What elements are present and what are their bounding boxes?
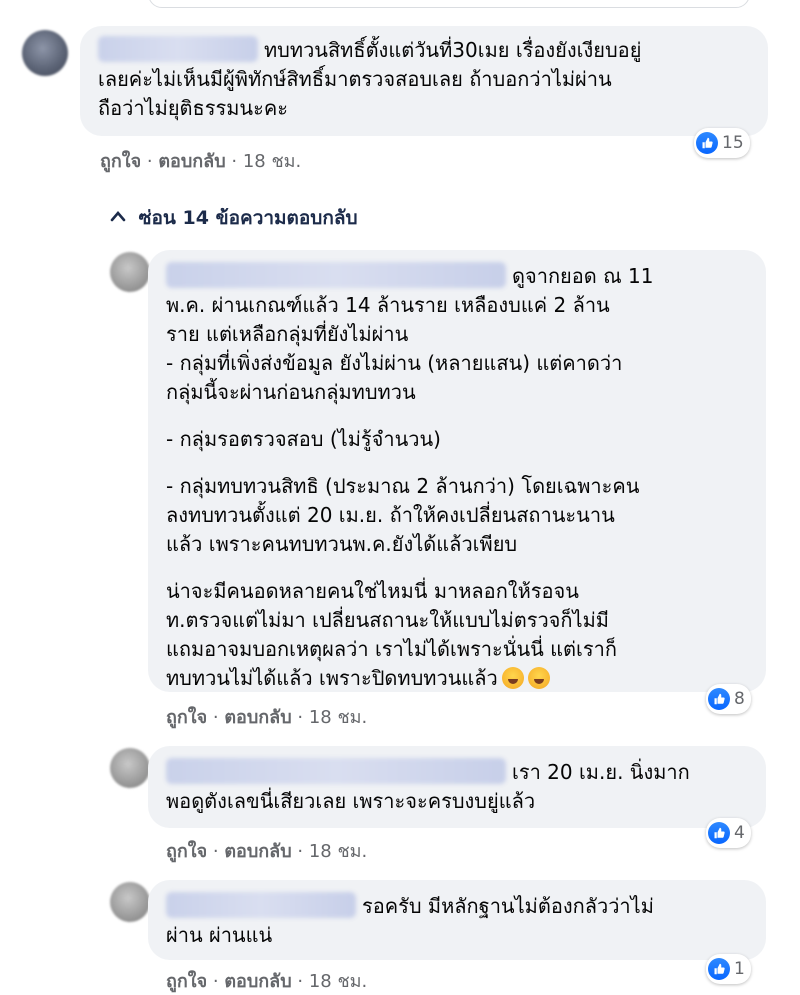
like-icon xyxy=(708,688,730,710)
comment-text: พ.ค. ผ่านเกณฑ์แล้ว 14 ล้านราย เหลืองบแค่… xyxy=(166,293,610,317)
comment-text: กลุ่มนี้จะผ่านก่อนกลุ่มทบทวน xyxy=(166,380,416,404)
reply-link[interactable]: ตอบกลับ xyxy=(224,707,291,728)
comment-text: ทบทวนสิทธิ์ตั้งแต่วันที่30เมย เรื่องยังเ… xyxy=(264,38,642,62)
reaction-number: 4 xyxy=(734,823,745,843)
comment-text: ลงทบทวนตั้งแต่ 20 เม.ย. ถ้าให้คงเปลี่ยนส… xyxy=(166,503,615,527)
like-icon xyxy=(708,822,730,844)
comment-text: - กลุ่มทบทวนสิทธิ (ประมาณ 2 ล้านกว่า) โด… xyxy=(166,474,640,498)
comment-text: ทบทวนไม่ได้แล้ว เพราะปิดทบทวนแล้ว xyxy=(166,666,498,690)
like-link[interactable]: ถูกใจ xyxy=(166,707,207,728)
comment-text: แถมอาจมบอกเหตุผลว่า เราไม่ได้เพราะนั่นนี… xyxy=(166,637,617,661)
hide-replies-label: ซ่อน 14 ข้อความตอบกลับ xyxy=(138,207,358,229)
reply-link[interactable]: ตอบกลับ xyxy=(158,151,225,172)
comment-text: ผ่าน ผ่านแน่ xyxy=(166,923,273,947)
timestamp[interactable]: 18 ชม. xyxy=(309,971,367,992)
reply-link[interactable]: ตอบกลับ xyxy=(224,841,291,862)
author-name-redacted[interactable] xyxy=(166,758,506,784)
comment-text: ราย แต่เหลือกลุ่มที่ยังไม่ผ่าน xyxy=(166,322,409,346)
comment-actions: ถูกใจ · ตอบกลับ · 18 ชม. xyxy=(166,836,367,865)
reaction-count[interactable]: 4 xyxy=(706,818,751,848)
grinning-squinting-face-emoji xyxy=(501,667,524,689)
separator: · xyxy=(146,151,153,172)
comment-text: เรา 20 เม.ย. นิ่งมาก xyxy=(512,760,690,784)
separator: · xyxy=(297,971,304,992)
reaction-number: 15 xyxy=(722,133,744,153)
comment-actions: ถูกใจ · ตอบกลับ · 18 ชม. xyxy=(166,966,367,995)
comment-line: ดูจากยอด ณ 11 xyxy=(166,262,748,291)
like-link[interactable]: ถูกใจ xyxy=(166,841,207,862)
avatar[interactable] xyxy=(110,882,150,922)
avatar[interactable] xyxy=(110,748,150,788)
reply-link[interactable]: ตอบกลับ xyxy=(224,971,291,992)
comment-text: น่าจะมีคนอดหลายคนใช่ไหมนี่ มาหลอกให้รอจน xyxy=(166,579,579,603)
comment-text: - กลุ่มรอตรวจสอบ (ไม่รู้จำนวน) xyxy=(166,427,441,451)
comment-text: - กลุ่มที่เพิ่งส่งข้อมูล ยังไม่ผ่าน (หลา… xyxy=(166,351,623,375)
avatar[interactable] xyxy=(22,30,68,76)
comment-text: พอดูตังเลขนี่เสียวเลย เพราะจะครบงบยู่แล้… xyxy=(166,789,536,813)
author-name-redacted[interactable] xyxy=(98,36,258,62)
like-icon xyxy=(708,958,730,980)
separator: · xyxy=(231,151,238,172)
author-name-redacted[interactable] xyxy=(166,892,356,918)
timestamp[interactable]: 18 ชม. xyxy=(243,151,301,172)
reply-bubble: รอครับ มีหลักฐานไม่ต้องกลัวว่าไม่ ผ่าน ผ… xyxy=(148,880,766,960)
like-link[interactable]: ถูกใจ xyxy=(166,971,207,992)
comment-text: รอครับ มีหลักฐานไม่ต้องกลัวว่าไม่ xyxy=(362,894,654,918)
like-link[interactable]: ถูกใจ xyxy=(100,151,141,172)
author-name-redacted[interactable] xyxy=(166,262,506,288)
comment-text: เลยค่ะไม่เห็นมีผู้พิทักษ์สิทธิ์มาตรวจสอบ… xyxy=(98,67,612,91)
separator: · xyxy=(212,707,219,728)
separator: · xyxy=(297,841,304,862)
hide-replies-toggle[interactable]: ซ่อน 14 ข้อความตอบกลับ xyxy=(110,203,358,233)
reply-bubble: ดูจากยอด ณ 11 พ.ค. ผ่านเกณฑ์แล้ว 14 ล้าน… xyxy=(148,250,766,692)
like-icon xyxy=(696,132,718,154)
comment-bubble: ทบทวนสิทธิ์ตั้งแต่วันที่30เมย เรื่องยังเ… xyxy=(80,26,768,136)
reaction-count[interactable]: 8 xyxy=(706,684,751,714)
timestamp[interactable]: 18 ชม. xyxy=(309,707,367,728)
reaction-count[interactable]: 15 xyxy=(694,128,750,158)
chevron-up-icon xyxy=(110,211,126,222)
timestamp[interactable]: 18 ชม. xyxy=(309,841,367,862)
comment-actions: ถูกใจ · ตอบกลับ · 18 ชม. xyxy=(166,702,367,731)
comment-line: ทบทวนสิทธิ์ตั้งแต่วันที่30เมย เรื่องยังเ… xyxy=(98,36,750,65)
grinning-squinting-face-emoji xyxy=(527,667,550,689)
comment-text: ท.ตรวจแต่ไม่มา เปลี่ยนสถานะให้แบบไม่ตรวจ… xyxy=(166,608,609,632)
reaction-count[interactable]: 1 xyxy=(706,954,751,984)
comment-line: รอครับ มีหลักฐานไม่ต้องกลัวว่าไม่ xyxy=(166,892,748,921)
separator: · xyxy=(212,841,219,862)
reply-bubble: เรา 20 เม.ย. นิ่งมาก พอดูตังเลขนี่เสียวเ… xyxy=(148,746,766,828)
separator: · xyxy=(297,707,304,728)
reaction-number: 1 xyxy=(734,959,745,979)
comment-text: แล้ว เพราะคนทบทวนพ.ค.ยังได้แล้วเพียบ xyxy=(166,532,518,556)
comment-actions: ถูกใจ · ตอบกลับ · 18 ชม. xyxy=(100,146,301,175)
comment-line: เรา 20 เม.ย. นิ่งมาก xyxy=(166,758,748,787)
comment-line: ทบทวนไม่ได้แล้ว เพราะปิดทบทวนแล้ว xyxy=(166,664,748,693)
comment-text: ดูจากยอด ณ 11 xyxy=(512,264,654,288)
avatar[interactable] xyxy=(110,252,150,292)
separator: · xyxy=(212,971,219,992)
reaction-number: 8 xyxy=(734,689,745,709)
comment-text: ถือว่าไม่ยุติธรรมนะคะ xyxy=(98,96,288,120)
previous-comment-bubble xyxy=(148,0,750,8)
